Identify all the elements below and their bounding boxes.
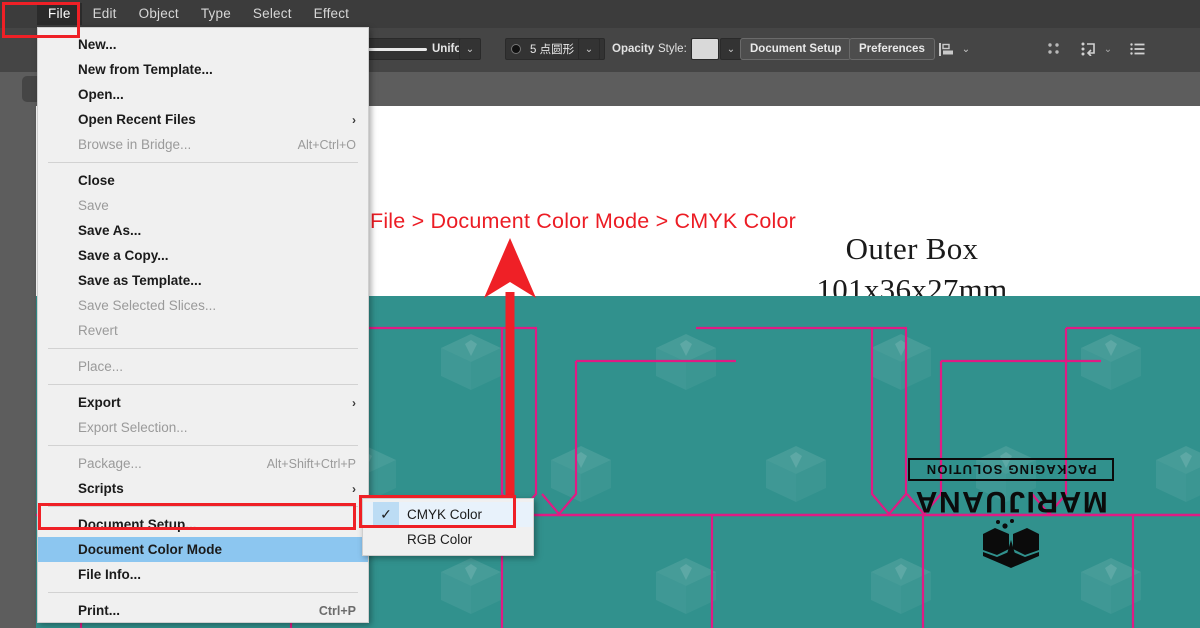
submenu-chevron-right-icon: › <box>352 112 356 127</box>
menu-item-save-selected-slices[interactable]: Save Selected Slices... <box>38 293 368 318</box>
annotation-text: File > Document Color Mode > CMYK Color <box>370 209 797 233</box>
menu-item-label: Export Selection... <box>78 420 188 435</box>
menu-item-label: Package... <box>78 456 142 471</box>
menu-item-package[interactable]: Package... Alt+Shift+Ctrl+P <box>38 451 368 476</box>
menu-item-label: New from Template... <box>78 62 213 77</box>
illustrator-window: File Edit Object Type Select Effect Unif… <box>0 0 1200 628</box>
brush-definition-label: 5 点圆形 <box>530 44 575 56</box>
brush-chevron-down-icon[interactable]: ⌄ <box>578 38 600 60</box>
menu-select[interactable]: Select <box>242 3 303 26</box>
menu-item-label: New... <box>78 37 117 52</box>
menu-item-file-info[interactable]: File Info... <box>38 562 368 587</box>
box-logo-icon <box>983 519 1039 568</box>
menu-effect[interactable]: Effect <box>303 3 360 26</box>
menu-item-label: Close <box>78 173 115 188</box>
menu-item-label: Save <box>78 198 109 213</box>
menu-item-label: Open Recent Files <box>78 112 196 127</box>
annotation-up-arrow-icon <box>484 238 536 522</box>
menu-item-print[interactable]: Print... Ctrl+P <box>38 598 368 623</box>
menu-item-label: Browse in Bridge... <box>78 137 192 152</box>
check-icon: ✓ <box>373 502 399 527</box>
arrange-chevron-down-icon[interactable]: ⌄ <box>1100 38 1116 60</box>
menu-bar: File Edit Object Type Select Effect <box>0 0 1200 28</box>
file-menu-dropdown[interactable]: New... New from Template... Open... Open… <box>37 27 369 623</box>
preferences-button[interactable]: Preferences <box>849 38 935 60</box>
menu-item-label: Export <box>78 395 121 410</box>
style-swatch[interactable] <box>691 38 719 60</box>
transform-grid-icon[interactable] <box>1043 38 1065 60</box>
stroke-profile-preview-icon <box>365 47 427 51</box>
logo-upside-down: MARIJUANA PACKAGING SOLUTION <box>908 458 1114 574</box>
menu-separator <box>48 384 358 385</box>
menu-item-label: Save Selected Slices... <box>78 298 217 313</box>
menu-item-label: Document Setup... <box>78 517 197 532</box>
menu-item-save-a-copy[interactable]: Save a Copy... <box>38 243 368 268</box>
logo-tagline: PACKAGING SOLUTION <box>925 462 1097 477</box>
submenu-item-label: RGB Color <box>407 532 473 547</box>
left-rail <box>0 72 36 628</box>
menu-item-new[interactable]: New... <box>38 32 368 57</box>
menu-item-label: Save a Copy... <box>78 248 169 263</box>
stroke-profile-chevron-down-icon[interactable]: ⌄ <box>459 38 481 60</box>
submenu-chevron-right-icon: › <box>352 481 356 496</box>
menu-item-save-as[interactable]: Save As... <box>38 218 368 243</box>
style-chevron-down-icon[interactable]: ⌄ <box>720 38 742 60</box>
document-list-icon[interactable] <box>1126 38 1148 60</box>
menu-item-open[interactable]: Open... <box>38 82 368 107</box>
menu-item-label: Open... <box>78 87 124 102</box>
submenu-item-cmyk-color[interactable]: ✓ CMYK Color <box>363 502 533 527</box>
style-label: Style: <box>658 43 687 55</box>
menu-edit[interactable]: Edit <box>82 3 128 26</box>
menu-separator <box>48 348 358 349</box>
menu-item-save[interactable]: Save <box>38 193 368 218</box>
menu-item-close[interactable]: Close <box>38 168 368 193</box>
menu-item-document-color-mode[interactable]: Document Color Mode <box>38 537 368 562</box>
submenu-chevron-right-icon: › <box>352 395 356 410</box>
menu-item-open-recent-files[interactable]: Open Recent Files › <box>38 107 368 132</box>
menu-type[interactable]: Type <box>190 3 242 26</box>
menu-item-place[interactable]: Place... <box>38 354 368 379</box>
menu-object[interactable]: Object <box>128 3 190 26</box>
menu-item-shortcut: Ctrl+P <box>318 603 356 618</box>
artwork-title: Outer Box <box>845 231 979 266</box>
arrange-icon[interactable] <box>1078 38 1100 60</box>
menu-item-label: File Info... <box>78 567 141 582</box>
menu-item-label: Revert <box>78 323 118 338</box>
menu-item-label: Place... <box>78 359 124 374</box>
document-setup-button[interactable]: Document Setup <box>740 38 852 60</box>
menu-item-label: Save As... <box>78 223 142 238</box>
submenu-item-label: CMYK Color <box>407 507 483 522</box>
menu-item-new-from-template[interactable]: New from Template... <box>38 57 368 82</box>
align-object-icon[interactable] <box>935 38 959 60</box>
menu-item-export[interactable]: Export › <box>38 390 368 415</box>
logo-tagline-box: PACKAGING SOLUTION <box>908 458 1114 481</box>
menu-item-save-as-template[interactable]: Save as Template... <box>38 268 368 293</box>
menu-separator <box>48 445 358 446</box>
menu-item-shortcut: Alt+Shift+Ctrl+P <box>266 456 356 471</box>
menu-item-browse-in-bridge[interactable]: Browse in Bridge... Alt+Ctrl+O <box>38 132 368 157</box>
menu-item-revert[interactable]: Revert <box>38 318 368 343</box>
submenu-item-rgb-color[interactable]: RGB Color <box>363 527 533 552</box>
menu-file[interactable]: File <box>37 2 82 26</box>
menu-item-scripts[interactable]: Scripts › <box>38 476 368 501</box>
opacity-label[interactable]: Opacity <box>612 43 654 55</box>
logo-name: MARIJUANA <box>914 485 1108 518</box>
brush-dot-icon <box>512 45 520 53</box>
menu-item-label: Print... <box>78 603 121 618</box>
menu-separator <box>48 162 358 163</box>
menu-item-shortcut: Alt+Ctrl+O <box>297 137 356 152</box>
menu-item-label: Scripts <box>78 481 124 496</box>
menu-item-label: Document Color Mode <box>78 542 222 557</box>
menu-item-document-setup[interactable]: Document Setup... <box>38 512 368 537</box>
menu-item-label: Save as Template... <box>78 273 202 288</box>
align-chevron-down-icon[interactable]: ⌄ <box>958 38 974 60</box>
menu-item-export-selection[interactable]: Export Selection... <box>38 415 368 440</box>
document-color-mode-submenu[interactable]: ✓ CMYK Color RGB Color <box>362 498 534 556</box>
menu-separator <box>48 592 358 593</box>
menu-separator <box>48 506 358 507</box>
